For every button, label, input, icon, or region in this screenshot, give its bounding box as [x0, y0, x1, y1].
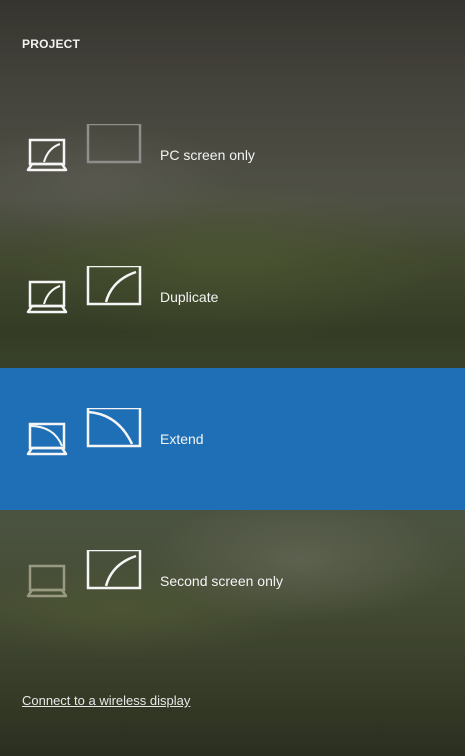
duplicate-icon — [26, 264, 146, 326]
option-label: Duplicate — [160, 289, 219, 305]
project-panel: PROJECT PC screen only Duplicate Extend … — [0, 0, 465, 756]
option-duplicate[interactable]: Duplicate — [0, 226, 465, 368]
option-pc-screen-only[interactable]: PC screen only — [0, 84, 465, 226]
option-label: Extend — [160, 431, 204, 447]
option-label: Second screen only — [160, 573, 283, 589]
second-screen-only-icon — [26, 548, 146, 610]
option-second-screen-only[interactable]: Second screen only — [0, 510, 465, 652]
option-extend[interactable]: Extend — [0, 368, 465, 510]
panel-title: PROJECT — [22, 37, 81, 51]
option-label: PC screen only — [160, 147, 255, 163]
connect-wireless-display-link[interactable]: Connect to a wireless display — [22, 693, 190, 708]
pc-screen-only-icon — [26, 122, 146, 184]
extend-icon — [26, 406, 146, 468]
